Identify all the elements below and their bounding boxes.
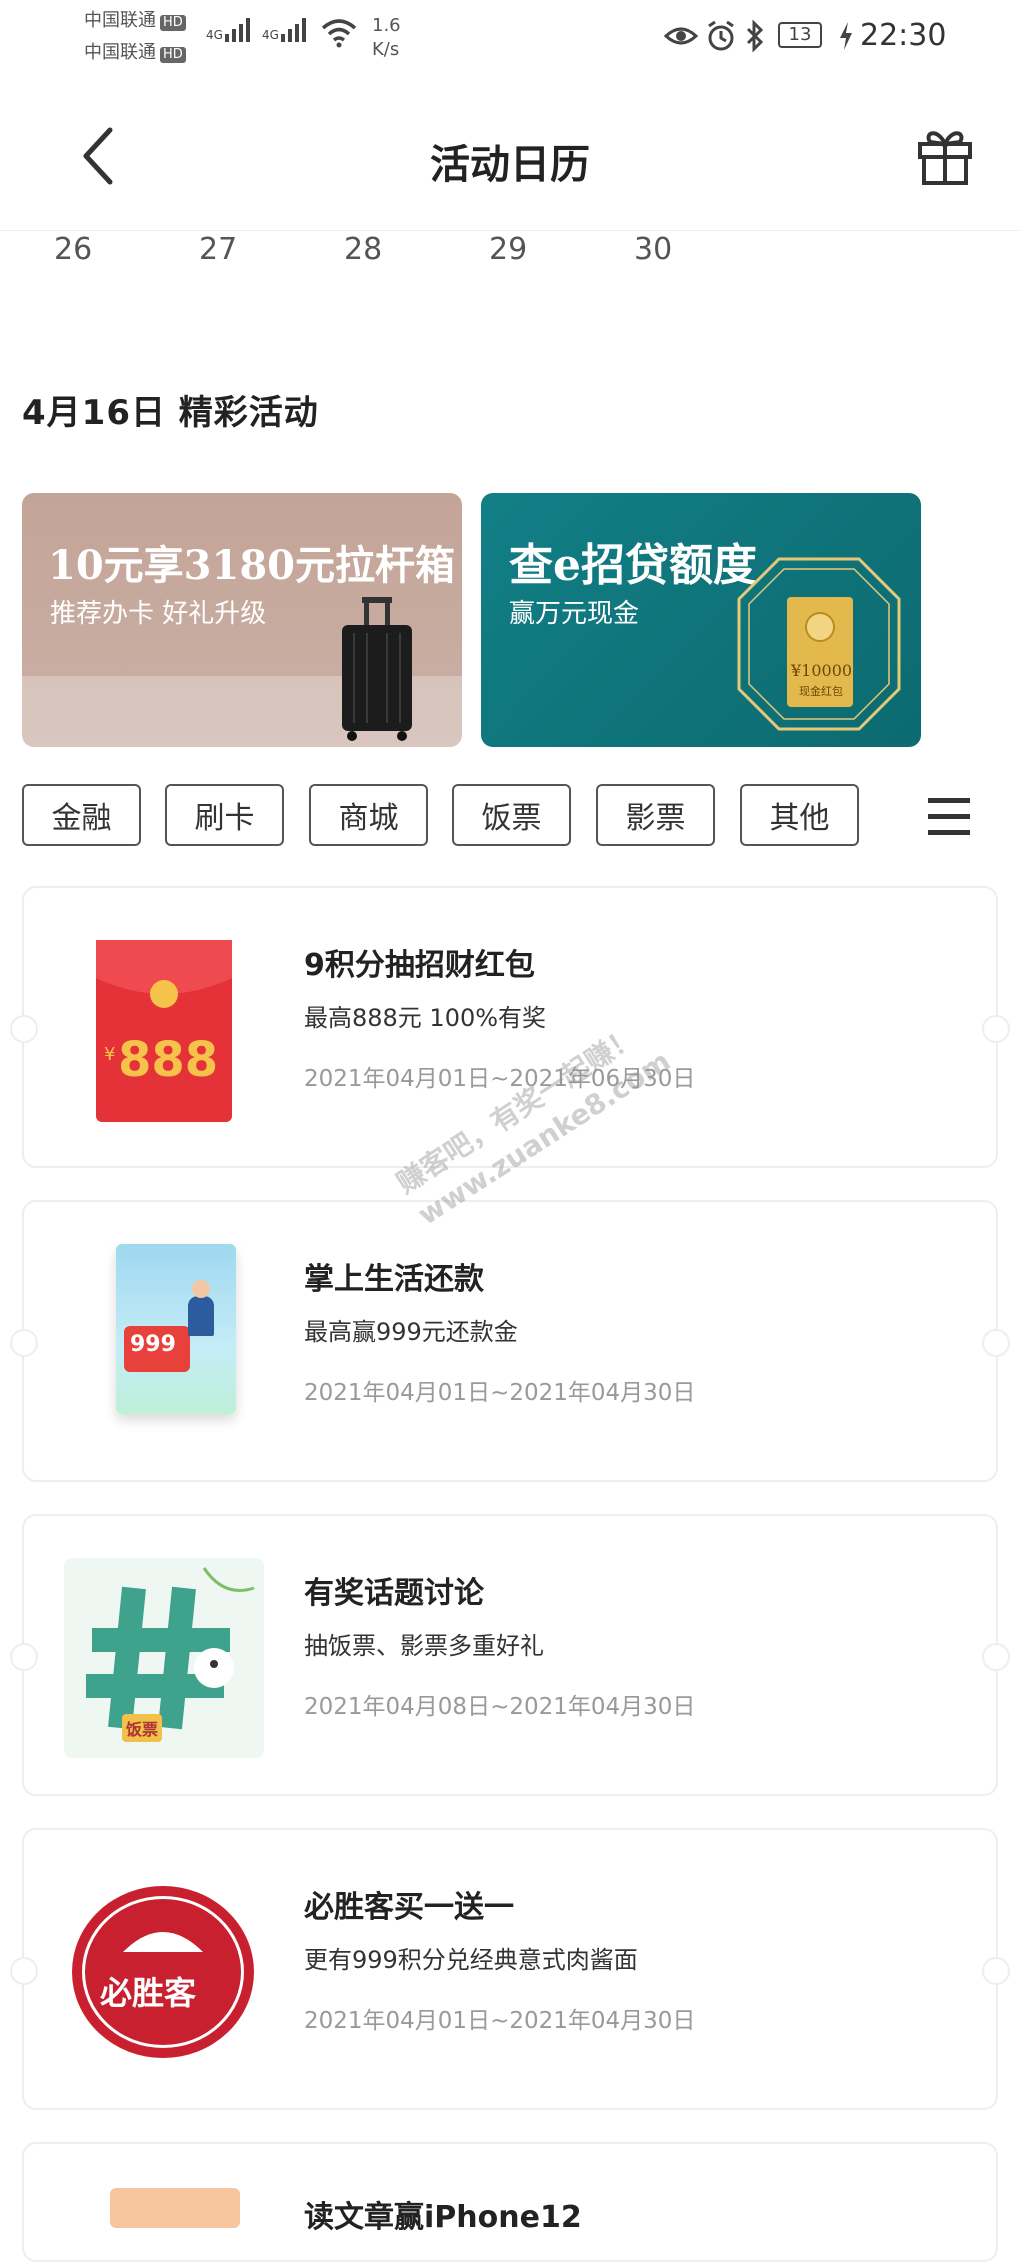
menu-icon[interactable] <box>926 796 972 838</box>
calendar-day-30[interactable]: 30 <box>634 232 672 267</box>
app-header: 活动日历 <box>0 80 1020 231</box>
banner-loan-badge-label: 现金红包 <box>799 685 843 698</box>
network-speed: 1.6 K/s <box>372 15 401 60</box>
gold-envelope-icon <box>737 557 901 731</box>
topic-hashtag-thumb: 饭票 <box>64 1558 264 1758</box>
bluetooth-icon <box>746 20 764 52</box>
banner-luggage-title: 10元享3180元拉杆箱 <box>48 542 455 589</box>
banner-loan[interactable]: 查e招贷额度 赢万元现金 ¥10000 现金红包 <box>481 493 921 747</box>
activity-card[interactable]: 必胜客 必胜客买一送一 更有999积分兑经典意式肉酱面 2021年04月01日~… <box>10 1828 1010 2110</box>
calendar-day-27[interactable]: 27 <box>199 232 237 267</box>
page-title: 活动日历 <box>430 142 590 188</box>
charging-icon <box>840 22 852 50</box>
wifi-icon <box>321 19 357 48</box>
section-heading: 4月16日 精彩活动 <box>22 393 319 433</box>
banner-loan-badge-amount: ¥10000 <box>791 661 853 680</box>
activity-card[interactable]: 999 掌上生活还款 最高赢999元还款金 2021年04月01日~2021年0… <box>10 1200 1010 1482</box>
filter-chip-finance[interactable]: 金融 <box>22 784 141 846</box>
alarm-icon <box>708 20 734 51</box>
repayment-thumb: 999 <box>116 1244 236 1414</box>
activity-subtitle: 最高888元 100%有奖 <box>304 1004 547 1032</box>
activity-subtitle: 抽饭票、影票多重好礼 <box>304 1632 544 1660</box>
red-envelope-thumb: ¥ 888 <box>96 940 232 1122</box>
activity-card[interactable]: 饭票 有奖话题讨论 抽饭票、影票多重好礼 2021年04月08日~2021年04… <box>10 1514 1010 1796</box>
signal-icon-2: 4G <box>262 18 306 42</box>
activity-card[interactable]: 读文章赢iPhone12 <box>22 2142 998 2262</box>
banner-loan-title: 查e招贷额度 <box>509 540 757 591</box>
gift-icon[interactable] <box>916 126 974 186</box>
battery-icon: 13 <box>778 22 822 48</box>
banner-luggage[interactable]: 10元享3180元拉杆箱 推荐办卡 好礼升级 <box>22 493 462 747</box>
article-thumb <box>110 2188 240 2228</box>
calendar-day-26[interactable]: 26 <box>54 232 92 267</box>
luggage-icon <box>342 597 412 741</box>
activity-date: 2021年04月01日~2021年04月30日 <box>304 2008 696 2034</box>
filter-chip-card[interactable]: 刷卡 <box>165 784 284 846</box>
activity-date: 2021年04月01日~2021年04月30日 <box>304 1380 696 1406</box>
pizza-hut-logo: 必胜客 <box>72 1886 254 2058</box>
carrier-label-1: 中国联通 HD <box>84 8 186 34</box>
carrier-label-2: 中国联通 HD <box>84 40 186 66</box>
status-bar: 中国联通 HD 中国联通 HD 4G 4G 1.6 K/s 13 22:30 <box>0 0 1020 80</box>
eye-icon <box>664 27 698 45</box>
banner-loan-subtitle: 赢万元现金 <box>509 599 640 629</box>
activity-title: 有奖话题讨论 <box>304 1576 484 1611</box>
filter-chip-meal[interactable]: 饭票 <box>452 784 571 846</box>
activity-subtitle: 更有999积分兑经典意式肉酱面 <box>304 1946 638 1974</box>
activity-subtitle: 最高赢999元还款金 <box>304 1318 518 1346</box>
calendar-day-28[interactable]: 28 <box>344 232 382 267</box>
activity-title: 9积分抽招财红包 <box>304 948 535 983</box>
filter-chip-movie[interactable]: 影票 <box>596 784 715 846</box>
activity-title: 掌上生活还款 <box>304 1262 484 1297</box>
activity-title: 读文章赢iPhone12 <box>304 2200 582 2235</box>
activity-date: 2021年04月08日~2021年04月30日 <box>304 1694 696 1720</box>
activity-title: 必胜客买一送一 <box>304 1890 514 1925</box>
filter-chip-other[interactable]: 其他 <box>740 784 859 846</box>
filter-chip-mall[interactable]: 商城 <box>309 784 428 846</box>
signal-icon-1: 4G <box>206 18 250 42</box>
status-time: 22:30 <box>860 18 947 53</box>
calendar-day-29[interactable]: 29 <box>489 232 527 267</box>
banner-luggage-subtitle: 推荐办卡 好礼升级 <box>50 599 267 629</box>
